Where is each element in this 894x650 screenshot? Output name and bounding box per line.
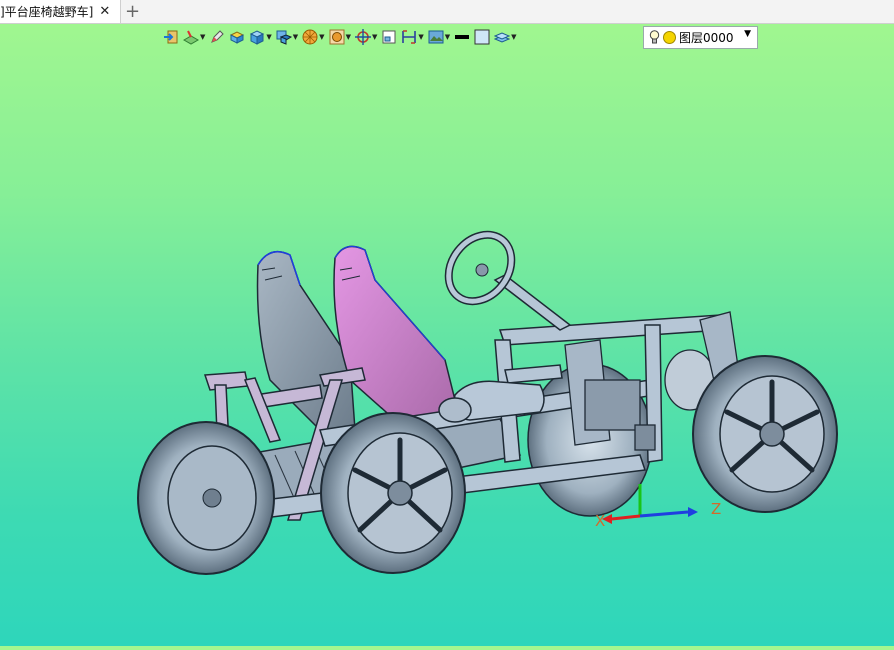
fill-color-swatch xyxy=(474,29,490,45)
line-color-swatch xyxy=(455,35,470,39)
layer-name: 图层0000 xyxy=(679,31,734,45)
wheel-rear-left xyxy=(137,421,275,575)
window-icon xyxy=(382,30,396,44)
extrude-button[interactable] xyxy=(229,26,245,48)
chevron-down-icon: ▼ xyxy=(319,33,325,41)
fill-color-button[interactable] xyxy=(474,26,490,48)
wheel-middle-right xyxy=(320,412,466,574)
box-solid-icon xyxy=(250,30,265,45)
chevron-down-icon: ▼ xyxy=(418,33,424,41)
tab-bar: ]平台座椅越野车] ✕ + xyxy=(0,0,894,24)
extrude-icon xyxy=(230,31,245,44)
window-fit-button[interactable] xyxy=(381,26,397,48)
line-color-button[interactable] xyxy=(454,26,470,48)
chevron-down-icon: ▼ xyxy=(292,33,299,41)
dimension-button[interactable]: ▼ xyxy=(401,26,424,48)
view-cube-icon xyxy=(276,30,292,45)
layer-color-dot xyxy=(663,31,676,44)
z-axis-label: Z xyxy=(711,500,721,518)
layer-select[interactable]: 图层0000 ▼ xyxy=(643,26,758,49)
chevron-down-icon: ▼ xyxy=(345,33,351,41)
sketch-plane-icon xyxy=(183,30,199,45)
pen-button[interactable] xyxy=(209,26,225,48)
exit-sketch-button[interactable] xyxy=(163,26,179,48)
lightbulb-icon xyxy=(649,30,660,44)
render-sphere-icon xyxy=(302,29,318,45)
offroad-vehicle-model: X Z xyxy=(137,230,838,575)
seat-cushion xyxy=(438,380,545,423)
chevron-down-icon: ▼ xyxy=(371,33,378,41)
background-button[interactable]: ▼ xyxy=(428,26,450,48)
steering-wheel xyxy=(444,230,572,331)
sketch-plane-button[interactable]: ▼ xyxy=(183,26,205,48)
background-icon xyxy=(428,30,444,44)
render-sphere-button[interactable]: ▼ xyxy=(302,26,325,48)
wheel-front-right xyxy=(692,355,838,513)
add-tab-icon[interactable]: + xyxy=(125,1,140,22)
box-solid-button[interactable]: ▼ xyxy=(249,26,272,48)
document-tab[interactable]: ]平台座椅越野车] ✕ xyxy=(0,0,121,23)
snap-target-button[interactable]: ▼ xyxy=(354,26,378,48)
exit-sketch-icon xyxy=(164,30,178,44)
pen-icon xyxy=(211,30,225,43)
x-axis-label: X xyxy=(595,512,605,530)
layer-manager-icon xyxy=(494,32,511,43)
dimension-icon xyxy=(402,30,417,44)
chevron-down-icon: ▼ xyxy=(511,33,517,41)
close-tab-icon[interactable]: ✕ xyxy=(99,4,110,19)
chevron-down-icon: ▼ xyxy=(200,33,206,41)
view-cube-button[interactable]: ▼ xyxy=(276,26,298,48)
chevron-down-icon: ▼ xyxy=(266,33,272,41)
document-tab-title: ]平台座椅越野车] xyxy=(0,5,94,19)
layer-manager-button[interactable]: ▼ xyxy=(494,26,517,48)
display-mode-button[interactable]: ▼ xyxy=(329,26,351,48)
3d-viewport[interactable]: X Z xyxy=(0,48,894,646)
chevron-down-icon: ▼ xyxy=(444,33,451,41)
view-toolbar: ▼ ▼ ▼ ▼ ▼ ▼ ▼ ▼ ▼ xyxy=(163,26,521,48)
display-mode-icon xyxy=(329,29,345,45)
snap-target-icon xyxy=(354,29,371,45)
chevron-down-icon: ▼ xyxy=(744,29,751,39)
